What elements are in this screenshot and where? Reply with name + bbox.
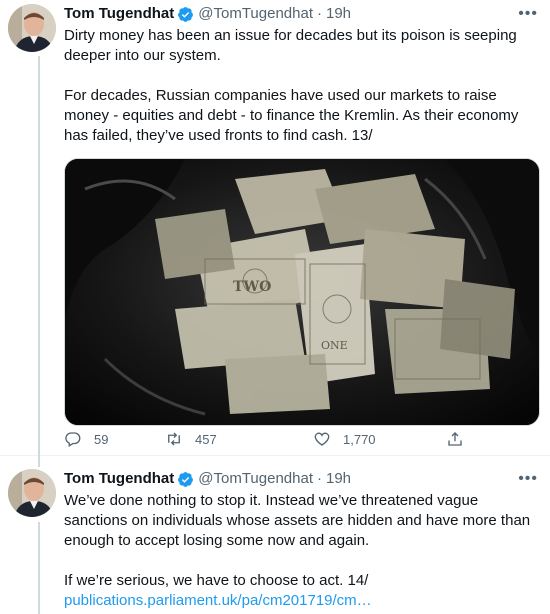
tweet-paragraph-text: If we’re serious, we have to choose to a… xyxy=(64,572,369,589)
tweet-content: Tom Tugendhat @TomTugendhat · 19h ••• We… xyxy=(64,469,538,611)
more-options-icon[interactable]: ••• xyxy=(518,4,538,24)
tweet-time[interactable]: 19h xyxy=(326,469,351,489)
external-link[interactable]: publications.parliament.uk/pa/cm201719/c… xyxy=(64,591,538,611)
tweet-photo[interactable]: TWO ONE xyxy=(64,158,540,426)
tweet-13[interactable]: Tom Tugendhat @TomTugendhat · 19h ••• Di… xyxy=(0,0,550,455)
avatar[interactable] xyxy=(8,469,56,517)
verified-badge-icon xyxy=(178,471,194,487)
tweet-header: Tom Tugendhat @TomTugendhat · 19h ••• xyxy=(64,4,538,24)
share-icon xyxy=(448,432,462,446)
more-options-icon[interactable]: ••• xyxy=(518,469,538,489)
tweet-time[interactable]: 19h xyxy=(326,4,351,24)
heart-icon xyxy=(314,432,330,446)
thread-connector-line xyxy=(38,522,40,614)
reply-count: 59 xyxy=(94,431,109,447)
tweet-14[interactable]: Tom Tugendhat @TomTugendhat · 19h ••• We… xyxy=(0,455,550,614)
tweet-content: Tom Tugendhat @TomTugendhat · 19h ••• Di… xyxy=(64,4,540,426)
svg-text:ONE: ONE xyxy=(321,339,348,352)
tweet-paragraph: For decades, Russian companies have used… xyxy=(64,87,519,144)
tweet-text: Dirty money has been an issue for decade… xyxy=(64,26,538,146)
avatar[interactable] xyxy=(8,4,56,52)
like-count: 1,770 xyxy=(343,431,376,447)
thread-connector-line xyxy=(38,455,40,467)
tweet-text: We’ve done nothing to stop it. Instead w… xyxy=(64,491,538,611)
tweet-paragraph: If we’re serious, we have to choose to a… xyxy=(64,571,538,611)
photo-money-in-bin-bag-icon: TWO ONE xyxy=(65,159,539,425)
reply-icon xyxy=(65,432,81,447)
author-name[interactable]: Tom Tugendhat xyxy=(64,4,174,24)
share-button[interactable] xyxy=(446,430,464,448)
retweet-icon xyxy=(168,432,180,446)
tweet-header: Tom Tugendhat @TomTugendhat · 19h ••• xyxy=(64,469,538,489)
tweet-actions: 59 457 1,770 xyxy=(64,423,484,455)
like-button[interactable]: 1,770 xyxy=(313,430,376,448)
retweet-button[interactable]: 457 xyxy=(165,430,217,448)
author-name[interactable]: Tom Tugendhat xyxy=(64,469,174,489)
author-handle[interactable]: @TomTugendhat xyxy=(198,469,313,489)
verified-badge-icon xyxy=(178,6,194,22)
thread-connector-line xyxy=(38,56,40,455)
author-handle[interactable]: @TomTugendhat xyxy=(198,4,313,24)
svg-text:TWO: TWO xyxy=(233,279,271,295)
separator-dot: · xyxy=(317,470,322,487)
reply-button[interactable]: 59 xyxy=(64,430,108,448)
tweet-paragraph: We’ve done nothing to stop it. Instead w… xyxy=(64,492,531,549)
retweet-count: 457 xyxy=(195,431,217,447)
separator-dot: · xyxy=(317,5,322,22)
tweet-paragraph: Dirty money has been an issue for decade… xyxy=(64,27,517,64)
